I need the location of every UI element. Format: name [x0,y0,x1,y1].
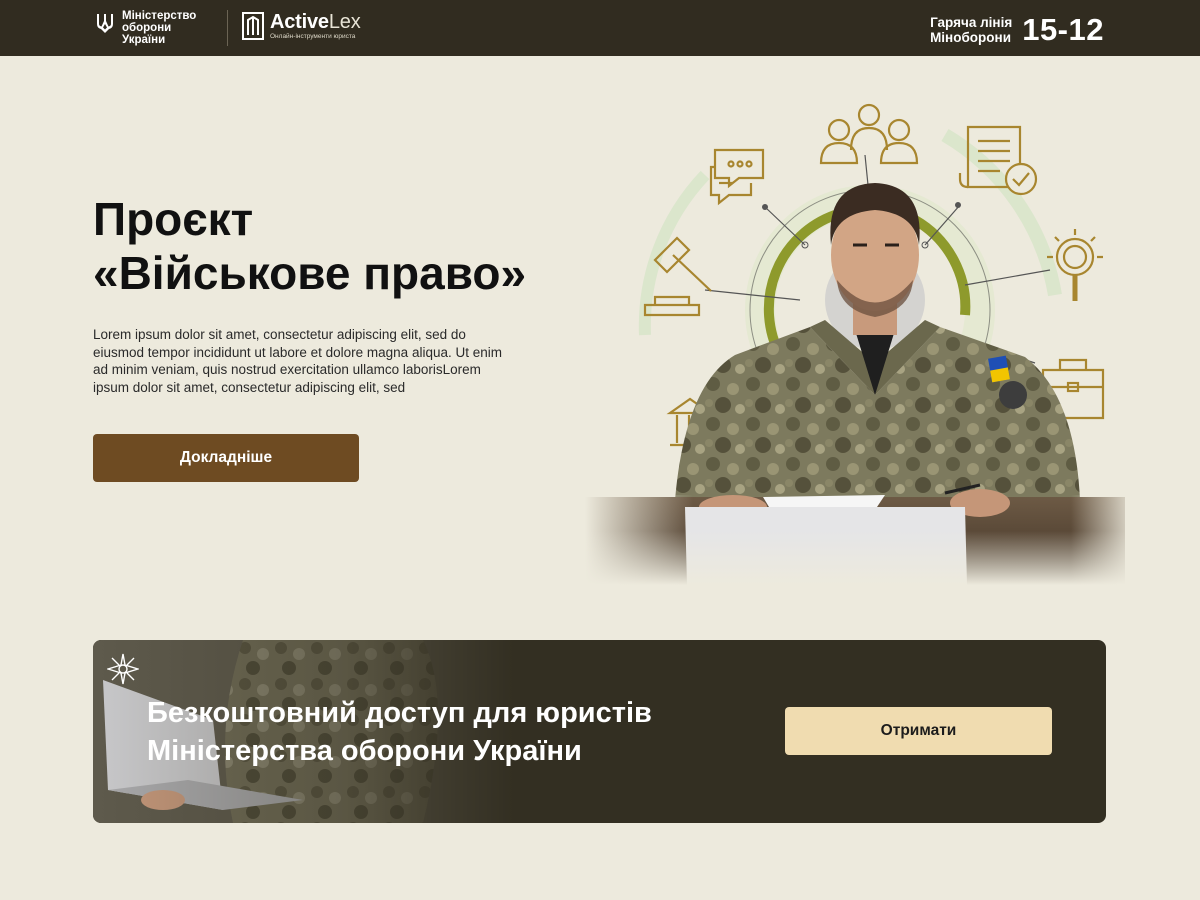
hero-description: Lorem ipsum dolor sit amet, consectetur … [93,327,502,395]
activelex-name-bold: Active [270,11,329,33]
people-icon [819,103,919,165]
promo-title-line: Безкоштовний доступ для юристів [147,697,652,729]
chat-icon [709,148,765,206]
activelex-name: ActiveLex [270,12,361,32]
header-divider [227,10,228,46]
trident-icon [97,14,113,33]
ministry-logo[interactable]: Міністерство оборони України [96,10,212,46]
hero-title: Проєкт «Військове право» [93,192,526,300]
hotline-number: 15-12 [1022,12,1104,47]
learn-more-button[interactable]: Докладніше [93,434,359,482]
soldier-figure [675,183,1080,500]
military-emblem-icon [107,653,139,685]
promo-title: Безкоштовний доступ для юристів Міністер… [147,694,652,770]
hotline[interactable]: Гаряча лінія Міноборони 15-12 [930,12,1104,48]
hero-title-line: Проєкт [93,193,254,245]
hotline-label-line: Міноборони [930,30,1011,45]
ministry-name-line: України [122,34,166,46]
promo-title-line: Міністерства оборони України [147,735,582,767]
hero-illustration [585,103,1125,585]
hotline-label-line: Гаряча лінія [930,15,1013,30]
activelex-logo[interactable]: ActiveLex Онлайн-інструменти юриста [242,12,361,41]
activelex-tagline: Онлайн-інструменти юриста [270,33,356,40]
hero-title-line: «Військове право» [93,247,527,299]
ministry-name-line: Міністерство [122,10,197,22]
activelex-name-light: Lex [328,11,361,33]
decor-arc [638,170,710,336]
promo-banner: Безкоштовний доступ для юристів Міністер… [93,640,1106,823]
ministry-name: Міністерство оборони України [122,10,212,46]
activelex-logo-icon [242,12,264,40]
get-access-button[interactable]: Отримати [785,707,1052,755]
hotline-label: Гаряча лінія Міноборони [930,15,1012,45]
activelex-wordmark: ActiveLex Онлайн-інструменти юриста [270,12,361,41]
ministry-name-line: оборони [122,22,172,34]
site-header: Міністерство оборони України ActiveLex О… [0,0,1200,56]
